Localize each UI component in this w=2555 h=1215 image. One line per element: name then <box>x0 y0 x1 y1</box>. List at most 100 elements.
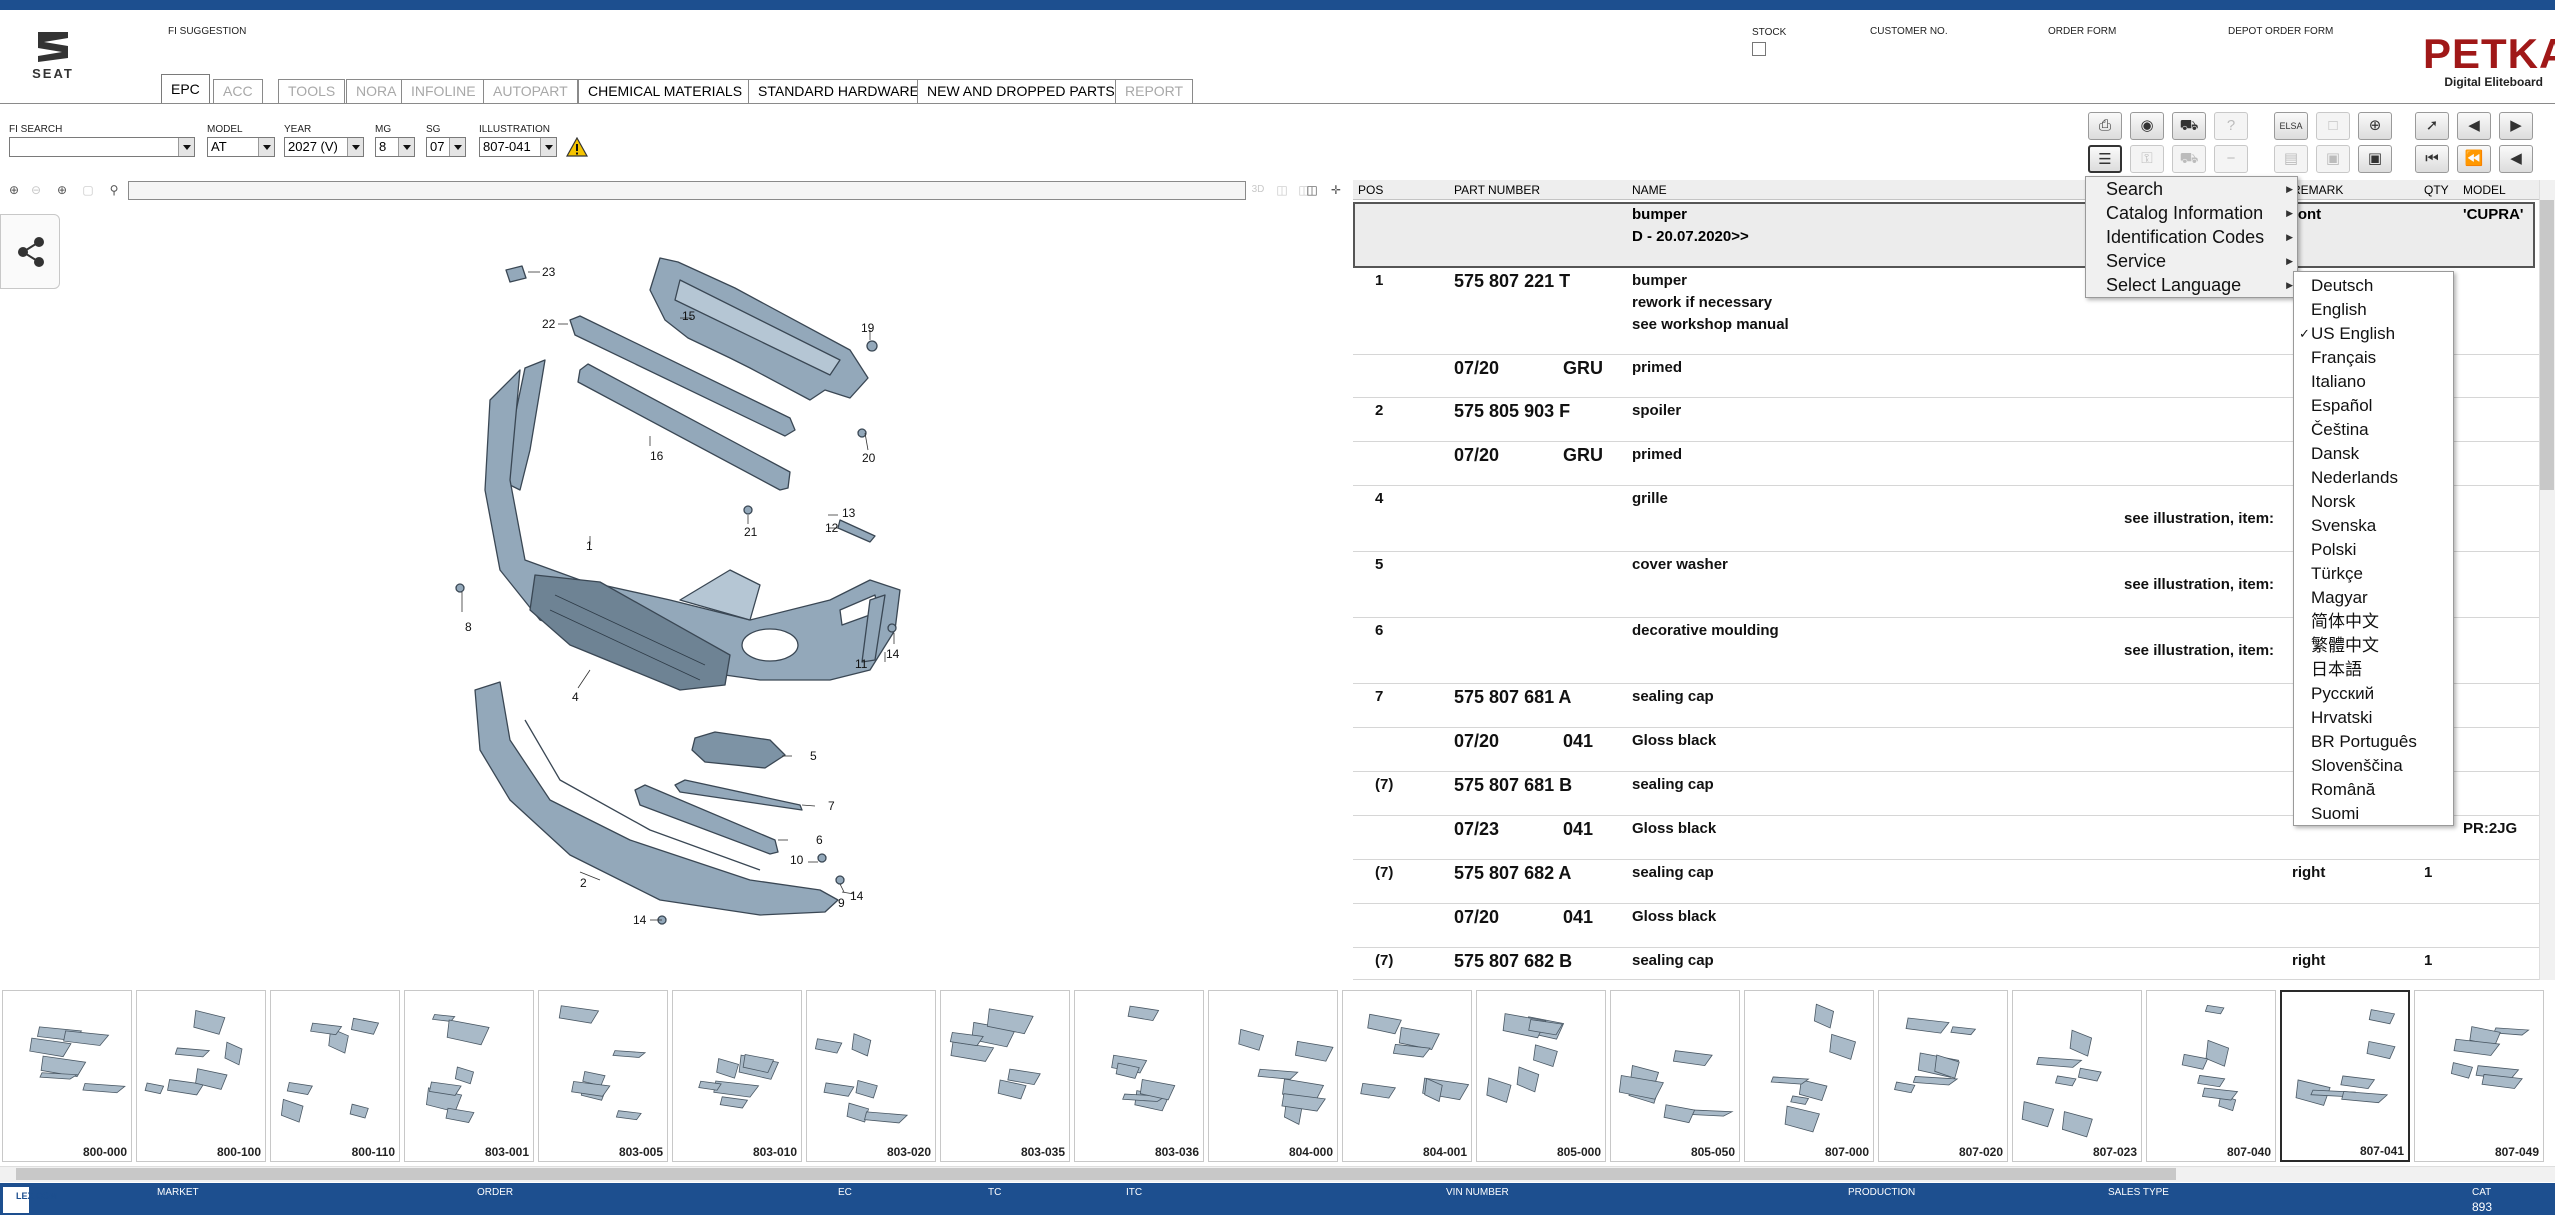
mg-combo[interactable]: 8 <box>375 137 415 157</box>
table-row[interactable]: (7) 575 807 682 A sealing cap right 1 <box>1353 860 2539 904</box>
illustration-combo[interactable]: 807-041 <box>479 137 557 157</box>
thumbnail-807-000[interactable]: 807-000 <box>1744 990 1874 1162</box>
thumbnail-805-050[interactable]: 805-050 <box>1610 990 1740 1162</box>
menu-item-select-language[interactable]: Select Language ▶ <box>2086 273 2297 297</box>
col-pos[interactable]: POS <box>1358 180 1383 200</box>
language-item[interactable]: Türkçe <box>2294 562 2453 586</box>
language-item[interactable]: Deutsch <box>2294 274 2453 298</box>
cart-button[interactable]: ▣ <box>2358 145 2392 173</box>
illustration-search-field[interactable] <box>128 181 1246 200</box>
thumbnail-804-001[interactable]: 804-001 <box>1342 990 1472 1162</box>
thumbnail-803-005[interactable]: 803-005 <box>538 990 668 1162</box>
language-item[interactable]: Română <box>2294 778 2453 802</box>
vehicle-button[interactable]: ⛟ <box>2172 145 2206 173</box>
parts-illustration[interactable]: 23 22 15 19 16 20 13 21 12 1 8 11 14 4 5… <box>430 240 920 940</box>
chevron-down-icon[interactable] <box>540 138 556 156</box>
tab-acc[interactable]: ACC <box>213 79 263 103</box>
thumbnail-807-023[interactable]: 807-023 <box>2012 990 2142 1162</box>
first-page-button[interactable]: ⏮ <box>2415 145 2449 173</box>
search-icon[interactable]: ⚲ <box>104 180 124 200</box>
sg-combo[interactable]: 07 <box>426 137 466 157</box>
callout-12[interactable]: 12 <box>825 521 839 535</box>
callout-21[interactable]: 21 <box>744 525 758 539</box>
stock-checkbox[interactable] <box>1752 42 1766 56</box>
tab-standard-hardware[interactable]: STANDARD HARDWARE <box>748 79 930 103</box>
tab-epc[interactable]: EPC <box>161 74 210 104</box>
zoom-out-icon[interactable]: ⊖ <box>26 180 46 200</box>
tab-chemical-materials[interactable]: CHEMICAL MATERIALS <box>578 79 753 103</box>
thumbnail-803-010[interactable]: 803-010 <box>672 990 802 1162</box>
col-part-number[interactable]: PART NUMBER <box>1454 180 1540 200</box>
zoom-area-icon[interactable]: ▢ <box>78 180 98 200</box>
callout-1[interactable]: 1 <box>586 539 593 553</box>
callout-2[interactable]: 2 <box>580 876 587 890</box>
menu-item-service[interactable]: Service ▶ <box>2086 249 2297 273</box>
thumbnail-803-020[interactable]: 803-020 <box>806 990 936 1162</box>
thumbnail-803-035[interactable]: 803-035 <box>940 990 1070 1162</box>
table-header-row[interactable]: bumper D - 20.07.2020>> ront 'CUPRA' <box>1353 202 2535 268</box>
chevron-down-icon[interactable] <box>347 138 363 156</box>
select-button[interactable]: □ <box>2316 112 2350 140</box>
next-illustration-button[interactable]: ▶ <box>2499 112 2533 140</box>
split-view-icon[interactable]: ◫ <box>1302 180 1322 200</box>
language-item[interactable]: ✓ US English <box>2294 322 2453 346</box>
callout-16[interactable]: 16 <box>650 449 664 463</box>
callout-19[interactable]: 19 <box>861 321 875 335</box>
language-item[interactable]: Nederlands <box>2294 466 2453 490</box>
language-item[interactable]: Čeština <box>2294 418 2453 442</box>
thumbnail-scroll-thumb[interactable] <box>16 1168 2176 1180</box>
table-row[interactable]: 07/20 041 Gloss black <box>1353 904 2539 948</box>
language-item[interactable]: Norsk <box>2294 490 2453 514</box>
copy-button[interactable]: ▤ <box>2274 145 2308 173</box>
warning-icon[interactable] <box>565 136 589 157</box>
callout-13[interactable]: 13 <box>842 506 856 520</box>
minus-button[interactable]: − <box>2214 145 2248 173</box>
tab-infoline[interactable]: INFOLINE <box>401 79 486 103</box>
language-item[interactable]: 繁體中文 <box>2294 634 2453 658</box>
prev-page-button[interactable]: ⏪ <box>2457 145 2491 173</box>
year-combo[interactable]: 2027 (V) <box>284 137 364 157</box>
tab-autopart[interactable]: AUTOPART <box>483 79 578 103</box>
language-item[interactable]: Polski <box>2294 538 2453 562</box>
language-item[interactable]: Suomi <box>2294 802 2453 826</box>
pin-button[interactable]: ➚ <box>2415 112 2449 140</box>
thumbnail-807-020[interactable]: 807-020 <box>1878 990 2008 1162</box>
stock-button[interactable]: ▣ <box>2316 145 2350 173</box>
chevron-down-icon[interactable] <box>178 138 194 156</box>
callout-14b[interactable]: 14 <box>850 889 864 903</box>
callout-7[interactable]: 7 <box>828 799 835 813</box>
callout-11[interactable]: 11 <box>855 657 868 671</box>
chevron-down-icon[interactable] <box>449 138 465 156</box>
thumbnail-800-000[interactable]: 800-000 <box>2 990 132 1162</box>
print-button[interactable]: ⎙ <box>2088 112 2122 140</box>
menu-button[interactable]: ☰ <box>2088 145 2122 173</box>
language-item[interactable]: English <box>2294 298 2453 322</box>
expand-icon[interactable]: ✛ <box>1326 180 1346 200</box>
callout-8[interactable]: 8 <box>465 620 472 634</box>
language-item[interactable]: Slovenščina <box>2294 754 2453 778</box>
language-item[interactable]: Español <box>2294 394 2453 418</box>
callout-23[interactable]: 23 <box>542 265 556 279</box>
tab-nora[interactable]: NORA <box>346 79 407 103</box>
thumbnail-800-100[interactable]: 800-100 <box>136 990 266 1162</box>
prev-illustration-button[interactable]: ◀ <box>2457 112 2491 140</box>
language-item[interactable]: Hrvatski <box>2294 706 2453 730</box>
col-name[interactable]: NAME <box>1632 180 1667 200</box>
callout-14a[interactable]: 14 <box>886 647 900 661</box>
language-item[interactable]: Dansk <box>2294 442 2453 466</box>
back-button[interactable]: ◀ <box>2499 145 2533 173</box>
col-remark[interactable]: REMARK <box>2292 180 2343 200</box>
tab-report[interactable]: REPORT <box>1115 79 1194 103</box>
language-item[interactable]: Svenska <box>2294 514 2453 538</box>
thumbnail-807-041[interactable]: 807-041 <box>2280 990 2410 1162</box>
thumbnail-804-000[interactable]: 804-000 <box>1208 990 1338 1162</box>
zoom-in-icon[interactable]: ⊕ <box>4 180 24 200</box>
menu-item-search[interactable]: Search ▶ <box>2086 177 2297 201</box>
callout-14c[interactable]: 14 <box>633 913 647 927</box>
tab-tools[interactable]: TOOLS <box>278 79 346 103</box>
thumbnail-807-049[interactable]: 807-049 <box>2414 990 2544 1162</box>
share-button[interactable] <box>0 214 60 289</box>
callout-5[interactable]: 5 <box>810 749 817 763</box>
chevron-down-icon[interactable] <box>398 138 414 156</box>
thumbnail-805-000[interactable]: 805-000 <box>1476 990 1606 1162</box>
